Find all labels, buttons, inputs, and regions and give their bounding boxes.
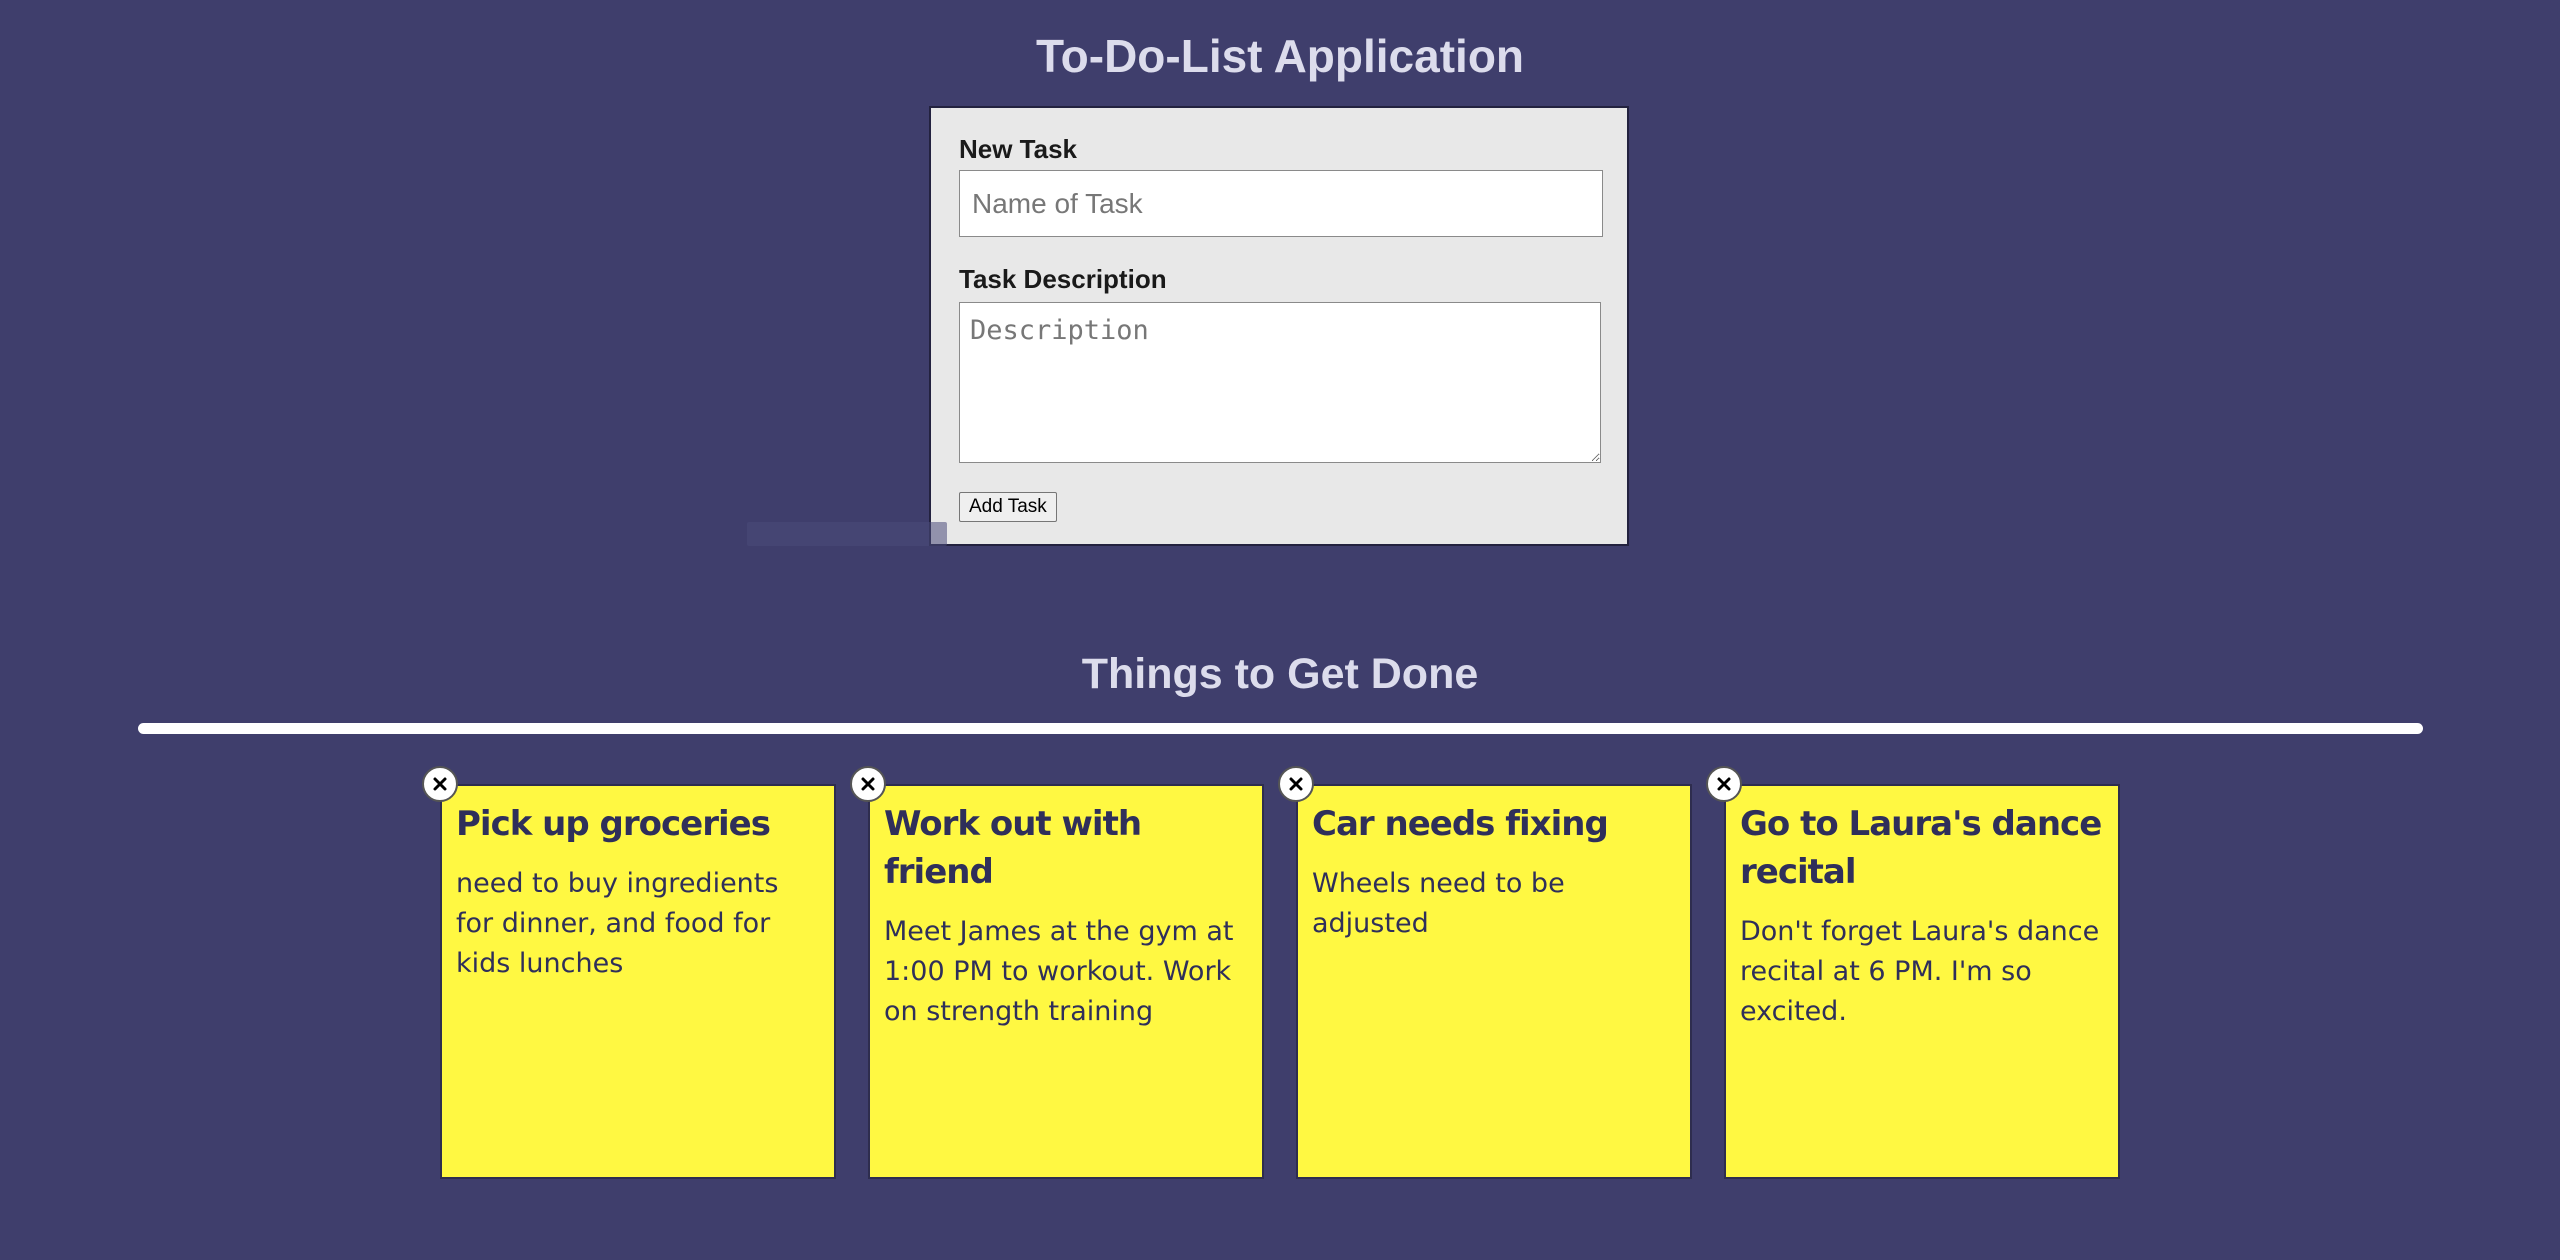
close-icon[interactable] [1706,766,1742,802]
close-icon[interactable] [1278,766,1314,802]
task-note[interactable]: Pick up groceries need to buy ingredient… [422,766,836,1179]
close-glyph [861,777,875,791]
task-description-label: Task Description [959,264,1167,294]
note-description: Meet James at the gym at 1:00 PM to work… [884,916,1234,1027]
note-title: Car needs fixing [1312,804,1609,844]
add-task-button[interactable]: Add Task [959,492,1057,522]
section-title: Things to Get Done [1081,650,1479,698]
close-glyph [1717,777,1731,791]
close-icon[interactable] [850,766,886,802]
note-title: Go to Laura's dance recital [1740,804,2102,892]
task-description-input[interactable] [959,302,1601,463]
new-task-form: New Task Task Description Add Task [929,106,1629,546]
task-note[interactable]: Car needs fixing Wheels need to be adjus… [1278,766,1692,1179]
new-task-label: New Task [959,134,1078,164]
close-icon[interactable] [422,766,458,802]
note-title: Work out with friend [884,804,1142,892]
task-note[interactable]: Go to Laura's dance recital Don't forget… [1706,766,2120,1179]
close-glyph [433,777,447,791]
note-description: Don't forget Laura's dance recital at 6 … [1740,916,2100,1027]
task-note[interactable]: Work out with friend Meet James at the g… [850,766,1264,1179]
app-title: To-Do-List Application [1035,30,1525,82]
page: To-Do-List Application New Task Task Des… [0,0,2560,1260]
close-glyph [1289,777,1303,791]
drag-ghost [747,522,947,546]
note-description: Wheels need to be adjusted [1312,868,1565,939]
task-name-input[interactable] [959,170,1603,237]
note-title: Pick up groceries [456,804,771,844]
note-description: need to buy ingredients for dinner, and … [456,868,779,979]
divider [138,723,2423,734]
